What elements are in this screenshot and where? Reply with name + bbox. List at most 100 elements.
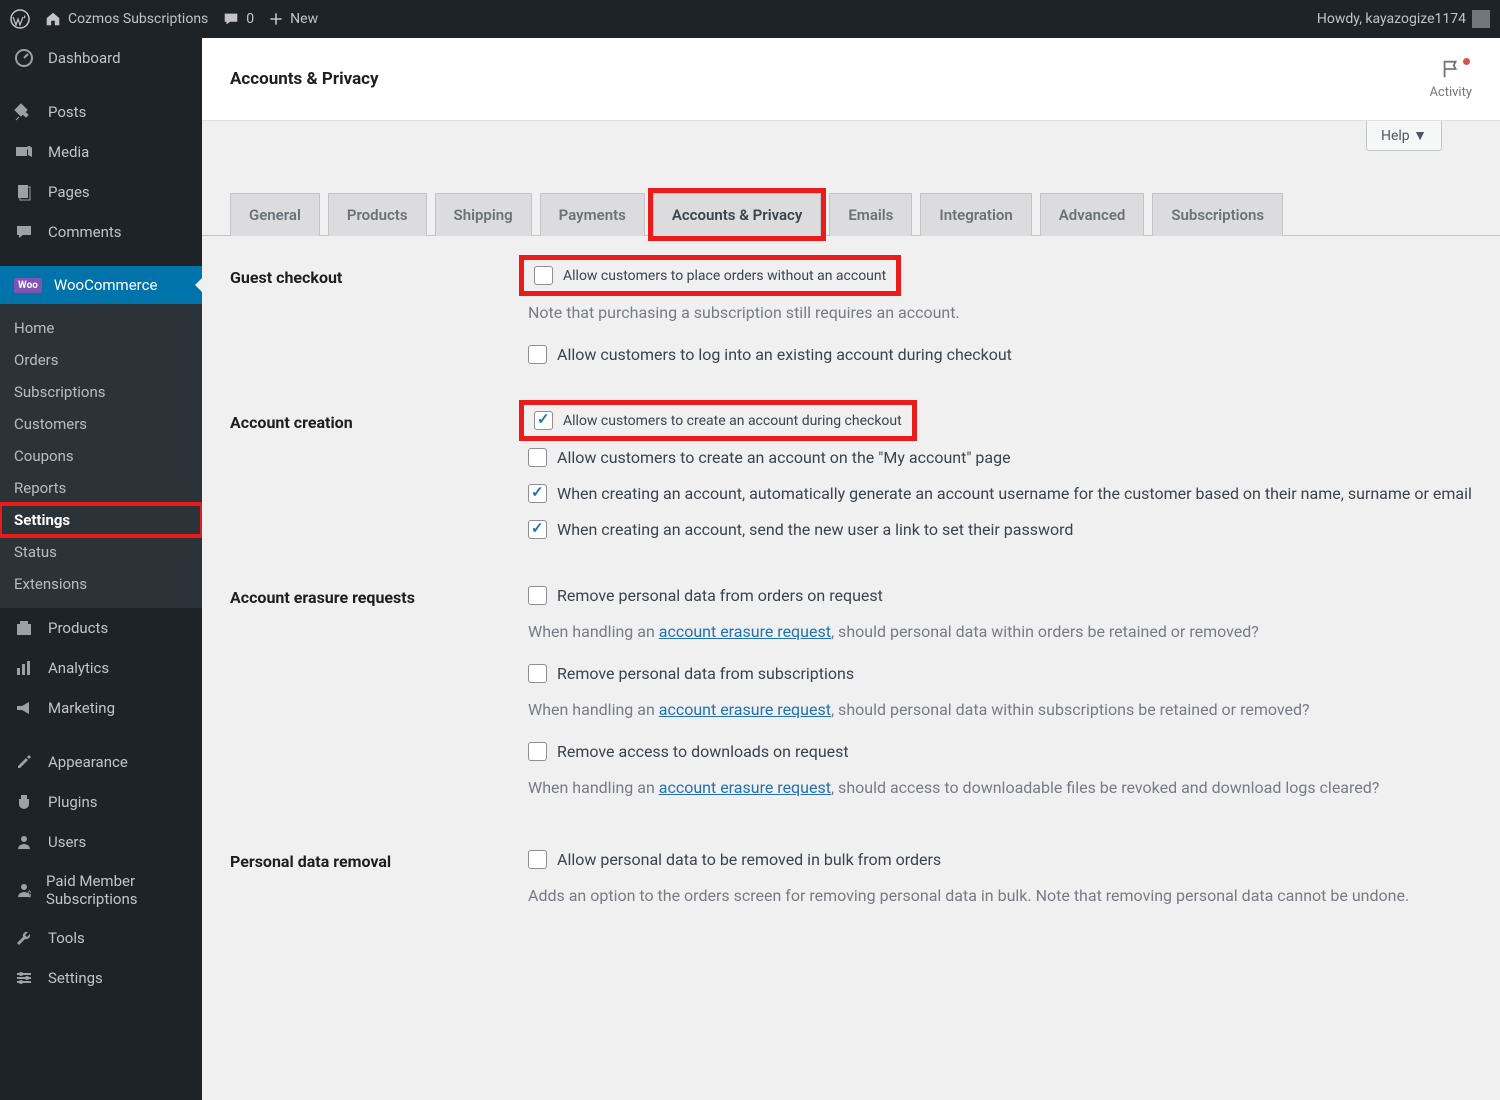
site-name[interactable]: Cozmos Subscriptions: [44, 10, 208, 28]
sidebar-media[interactable]: Media: [0, 132, 202, 172]
tab-emails[interactable]: Emails: [829, 193, 912, 236]
checkbox-bulk-remove[interactable]: [528, 850, 547, 869]
sidebar-label: Media: [48, 143, 89, 161]
section-guest-checkout: Guest checkout Allow customers to place …: [230, 264, 1472, 379]
tab-accounts-privacy[interactable]: Accounts & Privacy: [653, 193, 822, 236]
checkbox-create-myaccount[interactable]: [528, 448, 547, 467]
sub-extensions[interactable]: Extensions: [0, 568, 202, 600]
howdy-text: Howdy, kayazogize1174: [1317, 11, 1466, 27]
tab-advanced[interactable]: Advanced: [1040, 193, 1145, 236]
erasure-request-link[interactable]: account erasure request: [659, 700, 831, 719]
checkbox-auto-username[interactable]: [528, 484, 547, 503]
sidebar-label: Posts: [48, 103, 86, 121]
sidebar-label: Analytics: [48, 659, 109, 677]
sidebar-appearance[interactable]: Appearance: [0, 742, 202, 782]
sidebar-label: Settings: [48, 969, 103, 987]
section-title: Account creation: [230, 409, 528, 432]
section-erasure: Account erasure requests Remove personal…: [230, 584, 1472, 818]
sidebar-plugins[interactable]: Plugins: [0, 782, 202, 822]
activity-label: Activity: [1429, 85, 1472, 100]
text-part: When handling an: [528, 700, 659, 719]
comments-count: 0: [246, 11, 254, 27]
checkbox-remove-subscriptions[interactable]: [528, 664, 547, 683]
sidebar-pages[interactable]: Pages: [0, 172, 202, 212]
sub-home[interactable]: Home: [0, 312, 202, 344]
tab-subscriptions[interactable]: Subscriptions: [1152, 193, 1283, 236]
sidebar-label: WooCommerce: [54, 276, 158, 294]
sub-customers[interactable]: Customers: [0, 408, 202, 440]
section-title: Personal data removal: [230, 848, 528, 871]
avatar: [1472, 10, 1490, 28]
sub-reports[interactable]: Reports: [0, 472, 202, 504]
sidebar-label: Tools: [48, 929, 85, 947]
wp-logo[interactable]: [10, 9, 30, 29]
sub-settings[interactable]: Settings: [0, 504, 202, 536]
notification-dot: [1463, 58, 1470, 65]
woo-icon: Woo: [14, 278, 42, 293]
sidebar-users[interactable]: Users: [0, 822, 202, 862]
sidebar-label: Pages: [48, 183, 90, 201]
settings-icon: [14, 968, 36, 988]
wordpress-icon: [10, 9, 30, 29]
tools-icon: [14, 928, 36, 948]
sidebar-woocommerce[interactable]: Woo WooCommerce: [0, 266, 202, 304]
sidebar-settings[interactable]: Settings: [0, 958, 202, 998]
user-greeting[interactable]: Howdy, kayazogize1174: [1317, 10, 1490, 28]
page-header: Accounts & Privacy Activity: [202, 38, 1500, 121]
section-title: Guest checkout: [230, 264, 528, 287]
text-part: , should personal data within orders be …: [831, 622, 1259, 641]
checkbox-login-checkout[interactable]: [528, 345, 547, 364]
text-part: When handling an: [528, 622, 659, 641]
tab-shipping[interactable]: Shipping: [435, 193, 532, 236]
content-area: Accounts & Privacy Activity Help ▼ Gener…: [202, 38, 1500, 1100]
checkbox-password-link[interactable]: [528, 520, 547, 539]
text-part: , should personal data within subscripti…: [831, 700, 1310, 719]
checkbox-remove-orders[interactable]: [528, 586, 547, 605]
sub-subscriptions[interactable]: Subscriptions: [0, 376, 202, 408]
sidebar-comments[interactable]: Comments: [0, 212, 202, 252]
sidebar-tools[interactable]: Tools: [0, 918, 202, 958]
sub-status[interactable]: Status: [0, 536, 202, 568]
sidebar-label: Dashboard: [48, 49, 121, 67]
section-title: Account erasure requests: [230, 584, 528, 607]
help-tab[interactable]: Help ▼: [1366, 121, 1442, 151]
comments-bubble[interactable]: 0: [222, 10, 254, 28]
svg-text:$: $: [27, 890, 32, 899]
sidebar-label: Comments: [48, 223, 122, 241]
checkbox-create-checkout[interactable]: [534, 411, 553, 430]
erasure-request-link[interactable]: account erasure request: [659, 622, 831, 641]
appearance-icon: [14, 752, 36, 772]
sidebar-label: Marketing: [48, 699, 115, 717]
sidebar-label: Plugins: [48, 793, 97, 811]
tab-payments[interactable]: Payments: [540, 193, 645, 236]
sidebar-posts[interactable]: Posts: [0, 92, 202, 132]
page-title: Accounts & Privacy: [230, 69, 379, 89]
sub-orders[interactable]: Orders: [0, 344, 202, 376]
sidebar-products[interactable]: Products: [0, 608, 202, 648]
checkbox-remove-downloads[interactable]: [528, 742, 547, 761]
comment-icon: [222, 10, 240, 28]
sidebar-analytics[interactable]: Analytics: [0, 648, 202, 688]
checkbox-label: Remove access to downloads on request: [557, 740, 849, 764]
sub-coupons[interactable]: Coupons: [0, 440, 202, 472]
tab-general[interactable]: General: [230, 193, 320, 236]
settings-tabs: General Products Shipping Payments Accou…: [202, 193, 1500, 236]
sidebar-dashboard[interactable]: Dashboard: [0, 38, 202, 78]
dashboard-icon: [14, 48, 36, 68]
pin-icon: [14, 102, 36, 122]
plus-icon: [268, 11, 284, 27]
erasure-request-link[interactable]: account erasure request: [659, 778, 831, 797]
sidebar-marketing[interactable]: Marketing: [0, 688, 202, 728]
tab-products[interactable]: Products: [328, 193, 427, 236]
help-label: Help: [1381, 128, 1410, 144]
admin-bar: Cozmos Subscriptions 0 New Howdy, kayazo…: [0, 0, 1500, 38]
settings-body: Guest checkout Allow customers to place …: [202, 236, 1500, 976]
section-account-creation: Account creation Allow customers to crea…: [230, 409, 1472, 554]
tab-integration[interactable]: Integration: [920, 193, 1031, 236]
sidebar-paid-member[interactable]: $ Paid Member Subscriptions: [0, 862, 202, 918]
text-part: , should access to downloadable files be…: [831, 778, 1379, 797]
new-content[interactable]: New: [268, 11, 318, 27]
activity-panel-toggle[interactable]: Activity: [1429, 58, 1472, 100]
checkbox-guest-orders[interactable]: [534, 266, 553, 285]
pages-icon: [14, 182, 36, 202]
